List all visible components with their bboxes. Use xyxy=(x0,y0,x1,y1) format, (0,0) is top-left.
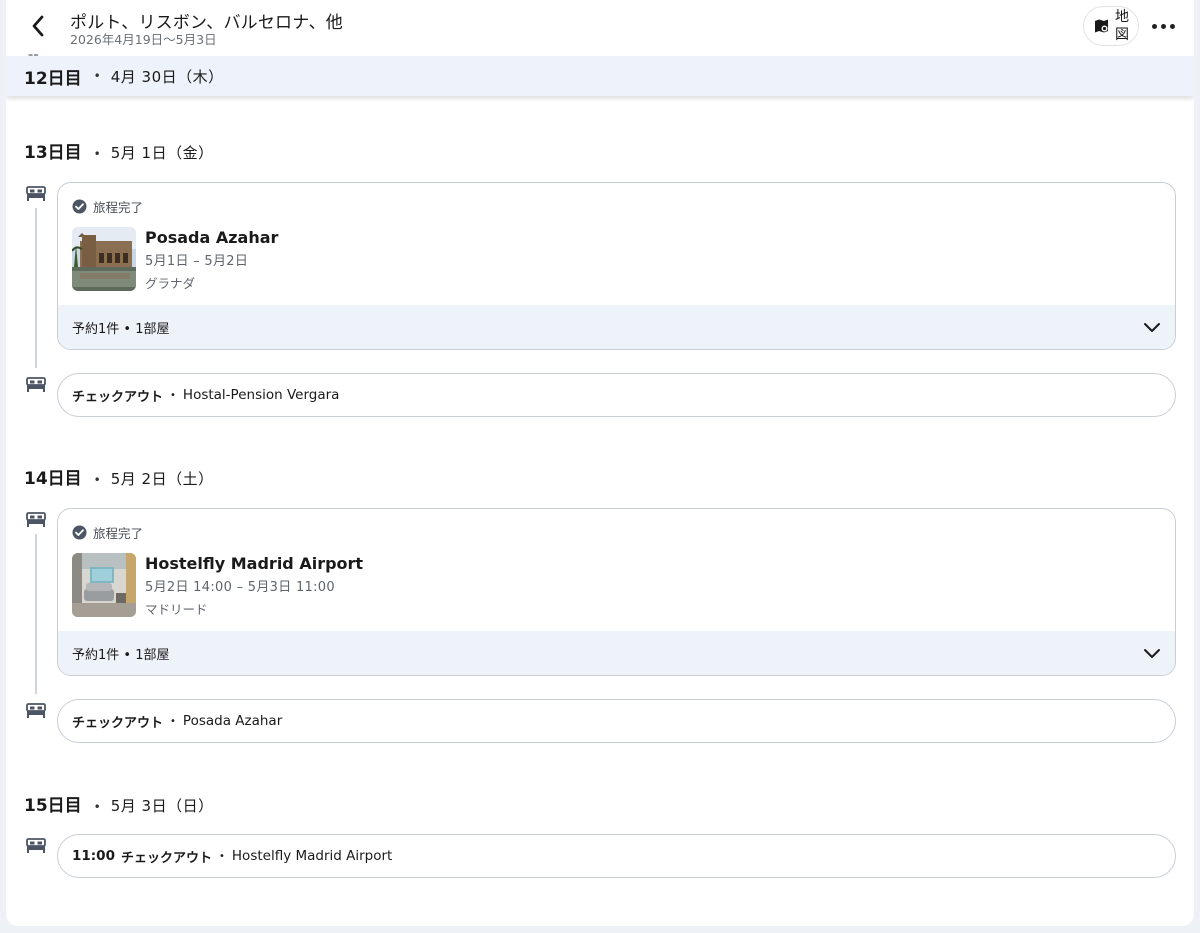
separator-dot: • xyxy=(170,715,176,727)
bed-icon xyxy=(26,377,46,392)
trip-dates: 2026年4月19日〜5月3日 xyxy=(70,32,217,47)
timeline-line xyxy=(35,208,37,368)
checkout-place: Posada Azahar xyxy=(182,713,283,729)
more-horizontal-icon xyxy=(1151,23,1175,29)
stay-card[interactable]: 旅程完了 Posada Azahar 5月1日 – 5月2日 グラナダ 予約1件… xyxy=(57,182,1176,350)
stay-dates: 5月1日 – 5月2日 xyxy=(145,254,249,269)
day-number: 14日目 xyxy=(24,469,82,489)
bed-icon xyxy=(26,703,46,718)
checkout-time: 11:00 xyxy=(72,848,115,864)
itinerary-sheet: ポルト、リスボン、バルセロナ、他 2026年4月19日〜5月3日 地図 ▪▪ 1… xyxy=(6,0,1194,926)
status-badge: 旅程完了 xyxy=(72,197,143,216)
day-date: 5月 3日（日） xyxy=(110,797,214,815)
checkout-place: Hostelfly Madrid Airport xyxy=(231,848,393,864)
reservation-summary: 予約1件 • 1部屋 xyxy=(72,321,170,337)
separator-dot: • xyxy=(219,850,225,862)
day-number: 12日目 xyxy=(24,68,82,89)
chevron-down-icon xyxy=(1144,649,1160,658)
back-button[interactable] xyxy=(24,12,52,40)
day-header: 14日目 • 5月 2日（土） xyxy=(24,464,214,489)
day-date: 4月 30日（木） xyxy=(110,67,224,86)
separator-dot: • xyxy=(93,69,101,83)
top-bar: ポルト、リスボン、バルセロナ、他 2026年4月19日〜5月3日 地図 xyxy=(6,0,1194,56)
checkout-label: チェックアウト xyxy=(72,715,164,731)
day-date: 5月 2日（土） xyxy=(110,470,214,488)
reservation-toggle[interactable]: 予約1件 • 1部屋 xyxy=(58,631,1175,675)
status-badge: 旅程完了 xyxy=(72,523,143,542)
separator-dot: • xyxy=(170,389,176,401)
day-header: 13日目 • 5月 1日（金） xyxy=(24,138,214,163)
hotel-name[interactable]: Posada Azahar xyxy=(145,228,278,247)
bed-icon xyxy=(26,838,46,853)
checkout-item[interactable]: 11:00 チェックアウト • Hostelfly Madrid Airport xyxy=(57,834,1176,878)
separator-dot: • xyxy=(93,147,101,161)
checkout-item[interactable]: チェックアウト • Posada Azahar xyxy=(57,699,1176,743)
check-circle-icon xyxy=(72,199,87,214)
reservation-summary: 予約1件 • 1部屋 xyxy=(72,647,170,663)
reservation-toggle[interactable]: 予約1件 • 1部屋 xyxy=(58,305,1175,349)
hotel-name[interactable]: Hostelfly Madrid Airport xyxy=(145,554,363,573)
chevron-down-icon xyxy=(1144,323,1160,332)
checkout-label: チェックアウト xyxy=(120,850,212,866)
checkout-place: Hostal-Pension Vergara xyxy=(182,387,340,403)
sticky-day-header: 12日目 • 4月 30日（木） xyxy=(6,56,1194,96)
separator-dot: • xyxy=(93,800,101,814)
timeline-line xyxy=(35,534,37,694)
stay-city: マドリード xyxy=(145,602,208,617)
checkout-label: チェックアウト xyxy=(72,389,164,405)
map-button[interactable]: 地図 xyxy=(1083,6,1139,46)
map-button-label: 地図 xyxy=(1115,9,1129,43)
checkout-item[interactable]: チェックアウト • Hostal-Pension Vergara xyxy=(57,373,1176,417)
bed-icon xyxy=(26,186,46,201)
check-circle-icon xyxy=(72,525,87,540)
hotel-thumbnail xyxy=(72,227,136,291)
day-number: 13日目 xyxy=(24,143,82,163)
map-icon xyxy=(1095,19,1108,33)
stay-card[interactable]: 旅程完了 Hostelfly Madrid Airport 5月2日 14:00… xyxy=(57,508,1176,676)
stay-city: グラナダ xyxy=(145,276,196,291)
day-header: 15日目 • 5月 3日（日） xyxy=(24,791,214,816)
day-date: 5月 1日（金） xyxy=(110,144,214,162)
status-text: 旅程完了 xyxy=(93,200,144,215)
separator-dot: • xyxy=(93,473,101,487)
bed-icon xyxy=(26,512,46,527)
chevron-left-icon xyxy=(32,15,44,37)
day-number: 15日目 xyxy=(24,796,82,816)
more-options-button[interactable] xyxy=(1146,12,1180,40)
status-text: 旅程完了 xyxy=(93,526,144,541)
stay-dates: 5月2日 14:00 – 5月3日 11:00 xyxy=(145,580,335,595)
hotel-thumbnail xyxy=(72,553,136,617)
